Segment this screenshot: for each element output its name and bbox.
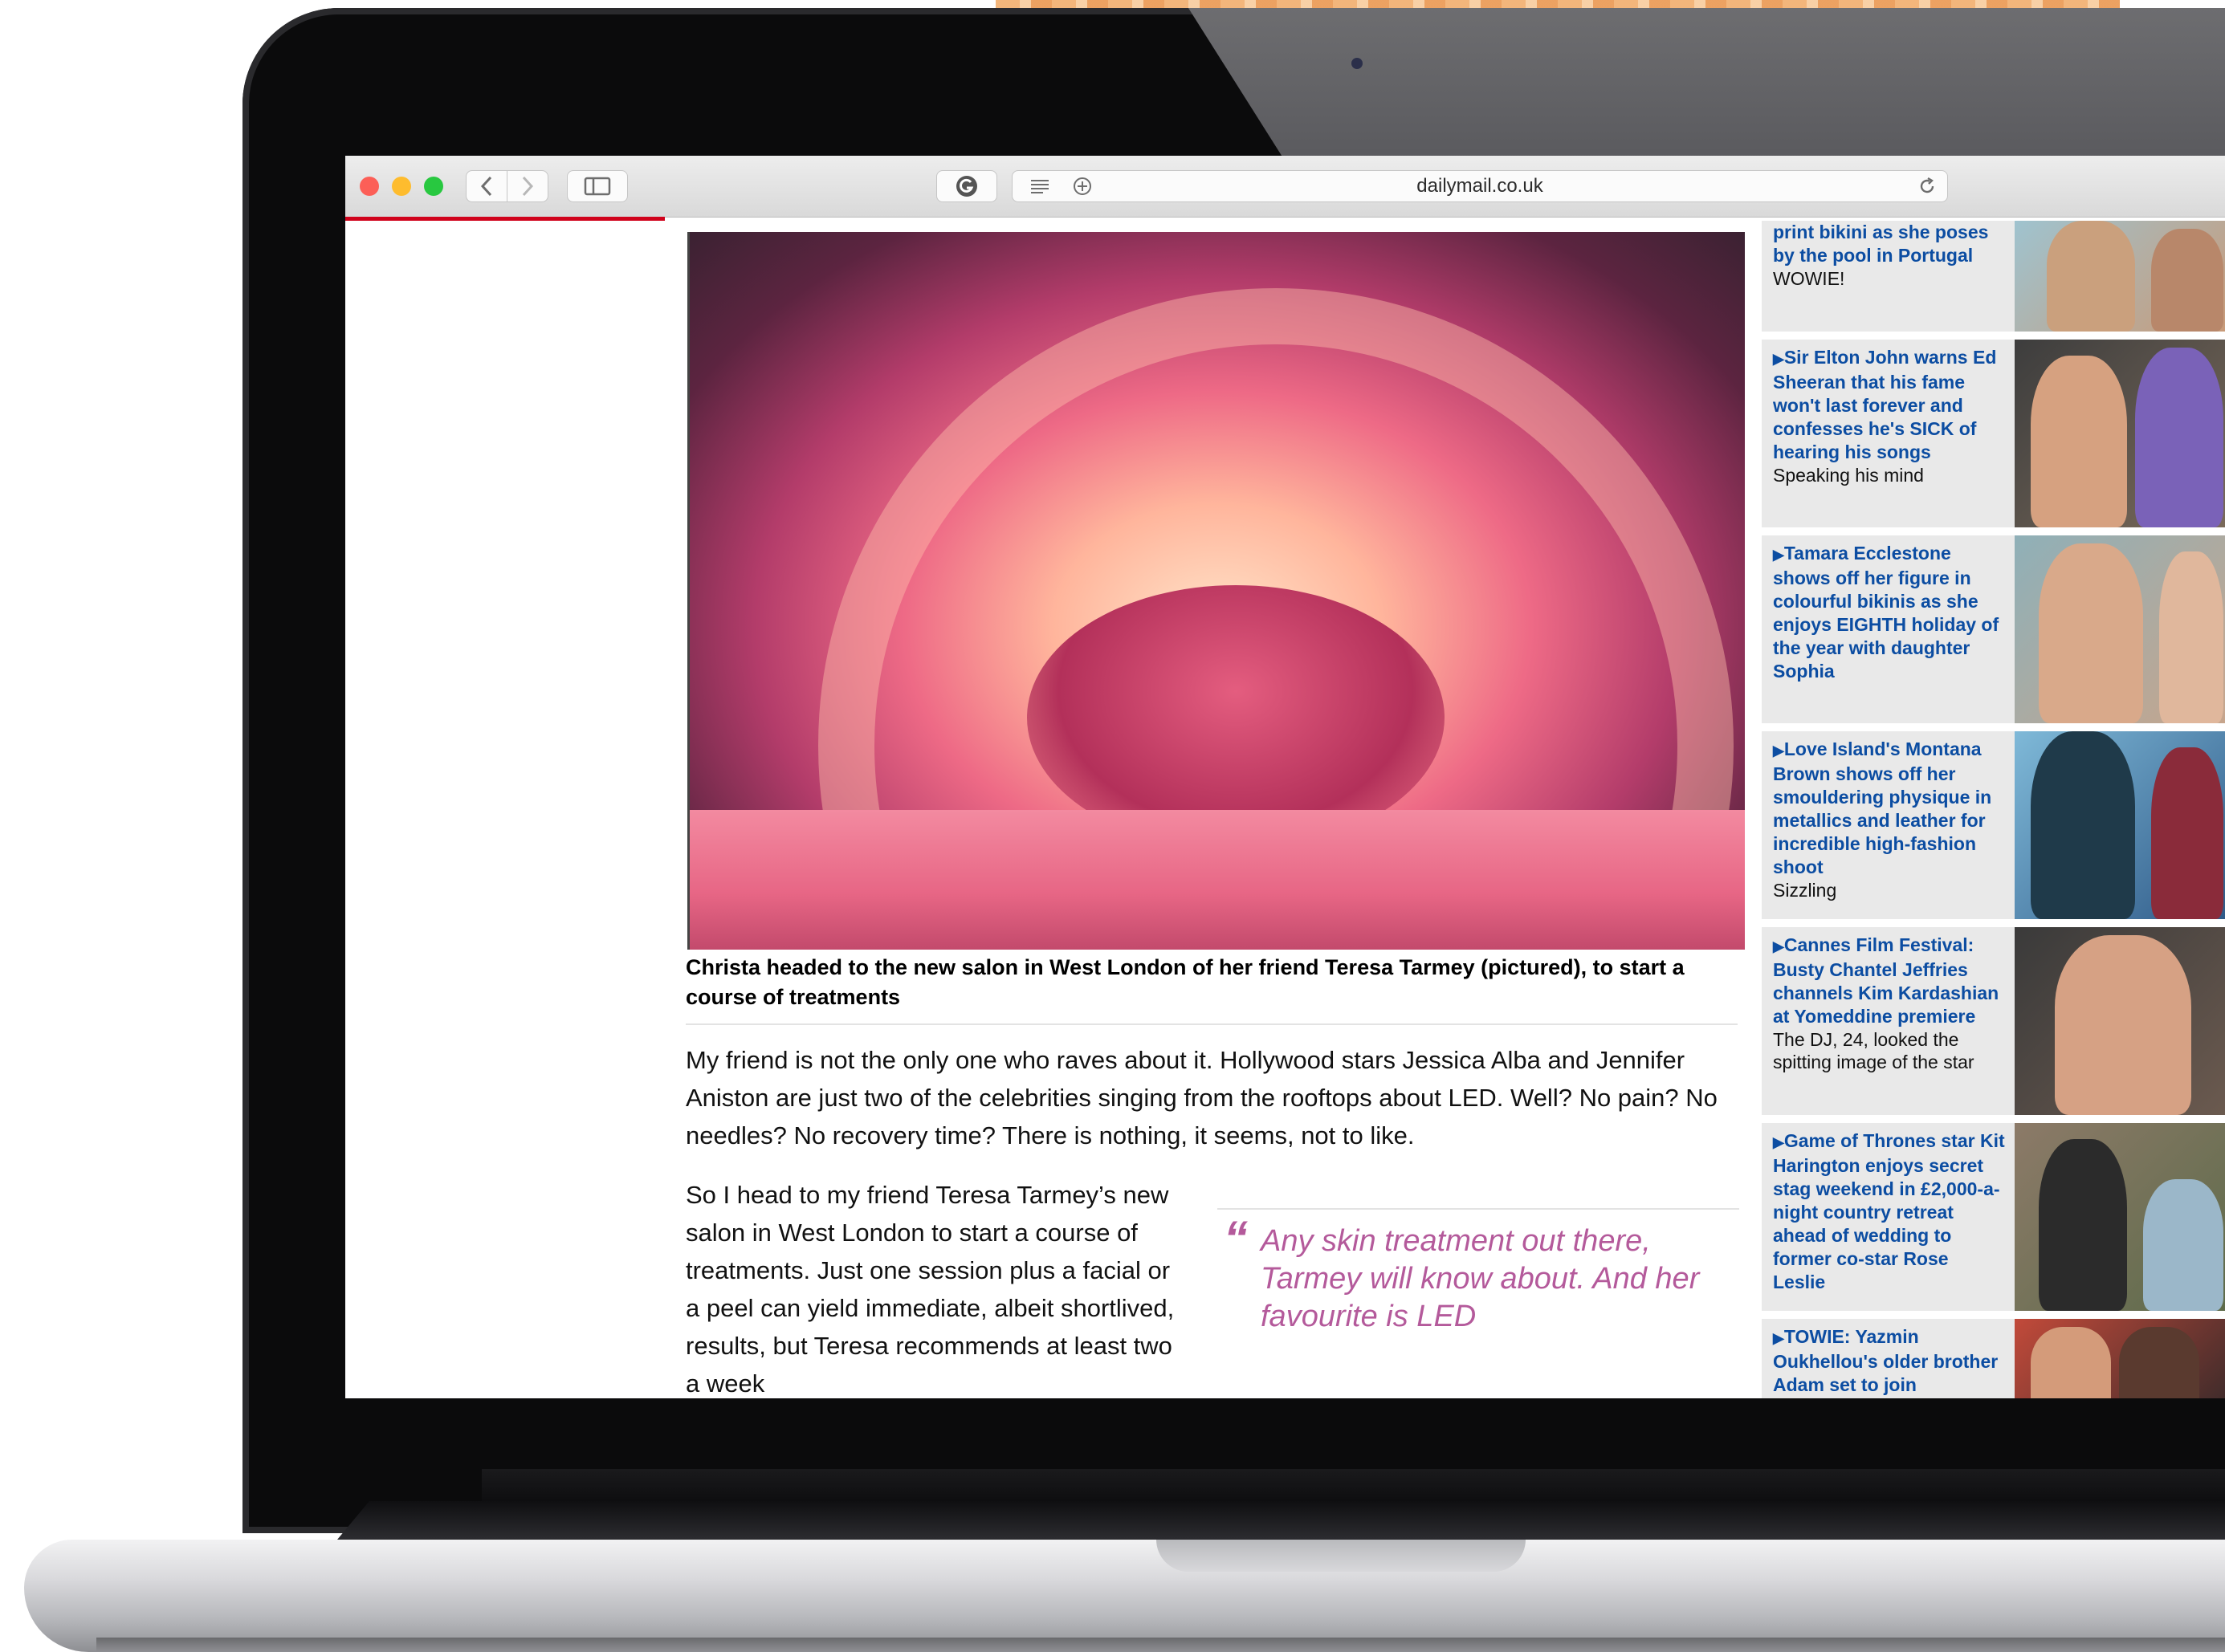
sidebar-icon — [584, 177, 611, 196]
story-thumbnail[interactable] — [2015, 1319, 2225, 1398]
url-text[interactable]: dailymail.co.uk — [1013, 171, 1947, 201]
femail-sidebar: print bikini as she poses by the pool in… — [1762, 221, 2225, 1398]
headline-text[interactable]: Sir Elton John warns Ed Sheeran that his… — [1773, 347, 1996, 462]
story-headline[interactable]: ▶Tamara Ecclestone shows off her figure … — [1773, 542, 2006, 683]
triangle-right-icon: ▶ — [1773, 1330, 1784, 1346]
sidebar-story[interactable]: ▶Game of Thrones star Kit Harington enjo… — [1762, 1123, 2225, 1311]
story-teaser: Sizzling — [1773, 880, 1837, 901]
story-teaser: The DJ, 24, looked the spitting image of… — [1773, 1029, 1974, 1072]
story-thumbnail[interactable] — [2015, 731, 2225, 919]
story-teaser: Speaking his mind — [1773, 465, 1924, 486]
story-headline[interactable]: ▶Sir Elton John warns Ed Sheeran that hi… — [1773, 346, 2006, 464]
chevron-right-icon — [522, 176, 534, 197]
story-headline[interactable]: ▶Love Island's Montana Brown shows off h… — [1773, 738, 2006, 879]
laptop-notch — [1156, 1540, 1526, 1572]
triangle-right-icon: ▶ — [1773, 351, 1784, 367]
article-paragraph: My friend is not the only one who raves … — [686, 1046, 1718, 1149]
grammarly-extension-button[interactable] — [936, 170, 997, 202]
headline-text[interactable]: Game of Thrones star Kit Harington enjoy… — [1773, 1130, 2005, 1292]
browser-window: dailymail.co.uk Christa headed to the ne… — [345, 156, 2225, 1398]
story-thumbnail[interactable] — [2015, 1123, 2225, 1311]
divider — [1217, 1208, 1739, 1210]
story-headline[interactable]: print bikini as she poses by the pool in… — [1773, 221, 2006, 267]
pull-quote: Any skin treatment out there, Tarmey wil… — [1261, 1224, 1700, 1333]
background-decoration — [996, 0, 2120, 8]
sidebar-story[interactable]: ▶Tamara Ecclestone shows off her figure … — [1762, 535, 2225, 723]
chevron-left-icon — [480, 176, 492, 197]
address-bar[interactable]: dailymail.co.uk — [1012, 170, 1948, 202]
sidebar-story[interactable]: ▶Love Island's Montana Brown shows off h… — [1762, 731, 2225, 919]
story-headline[interactable]: ▶Cannes Film Festival: Busty Chantel Jef… — [1773, 934, 2006, 1028]
sidebar-story[interactable]: print bikini as she poses by the pool in… — [1762, 221, 2225, 332]
camera-icon — [1351, 58, 1363, 69]
article-page: Christa headed to the new salon in West … — [345, 221, 2225, 1398]
minimize-window-button[interactable] — [392, 177, 411, 196]
reload-icon[interactable] — [1917, 176, 1938, 197]
triangle-right-icon: ▶ — [1773, 1134, 1784, 1150]
story-thumbnail[interactable] — [2015, 221, 2225, 332]
laptop-hinge — [337, 1501, 2225, 1540]
grammarly-icon — [956, 176, 977, 197]
triangle-right-icon: ▶ — [1773, 547, 1784, 563]
article-paragraph: So I head to my friend Teresa Tarmey’s n… — [686, 1181, 1175, 1398]
lid-glare — [1188, 8, 2225, 161]
headline-text[interactable]: Tamara Ecclestone shows off her figure i… — [1773, 543, 1999, 682]
forward-button[interactable] — [507, 170, 548, 202]
headline-text[interactable]: Love Island's Montana Brown shows off he… — [1773, 739, 1991, 877]
back-button[interactable] — [466, 170, 507, 202]
story-headline[interactable]: ▶Game of Thrones star Kit Harington enjo… — [1773, 1129, 2006, 1294]
triangle-right-icon: ▶ — [1773, 743, 1784, 759]
browser-toolbar: dailymail.co.uk — [345, 156, 2225, 218]
headline-text[interactable]: Cannes Film Festival: Busty Chantel Jeff… — [1773, 934, 1999, 1027]
sidebar-story[interactable]: ▶TOWIE: Yazmin Oukhellou's older brother… — [1762, 1319, 2225, 1398]
open-quote-mark: “ — [1224, 1211, 1248, 1265]
divider — [686, 1023, 1738, 1025]
sidebar-story[interactable]: ▶Sir Elton John warns Ed Sheeran that hi… — [1762, 340, 2225, 527]
story-thumbnail[interactable] — [2015, 927, 2225, 1115]
triangle-right-icon: ▶ — [1773, 938, 1784, 954]
image-caption: Christa headed to the new salon in West … — [686, 955, 1685, 1009]
story-teaser: WOWIE! — [1773, 268, 1845, 289]
sidebar-toggle-button[interactable] — [567, 170, 628, 202]
story-thumbnail[interactable] — [2015, 535, 2225, 723]
sidebar-story[interactable]: ▶Cannes Film Festival: Busty Chantel Jef… — [1762, 927, 2225, 1115]
close-window-button[interactable] — [360, 177, 379, 196]
headline-text[interactable]: TOWIE: Yazmin Oukhellou's older brother … — [1773, 1326, 1998, 1395]
towel-shape — [690, 810, 1745, 950]
screen-bezel — [482, 1469, 2225, 1501]
story-thumbnail[interactable] — [2015, 340, 2225, 527]
laptop-base — [24, 1540, 2225, 1652]
zoom-window-button[interactable] — [424, 177, 443, 196]
laptop-shadow — [96, 1638, 2225, 1652]
article-hero-image — [687, 232, 1745, 950]
story-headline[interactable]: ▶TOWIE: Yazmin Oukhellou's older brother… — [1773, 1325, 2006, 1397]
